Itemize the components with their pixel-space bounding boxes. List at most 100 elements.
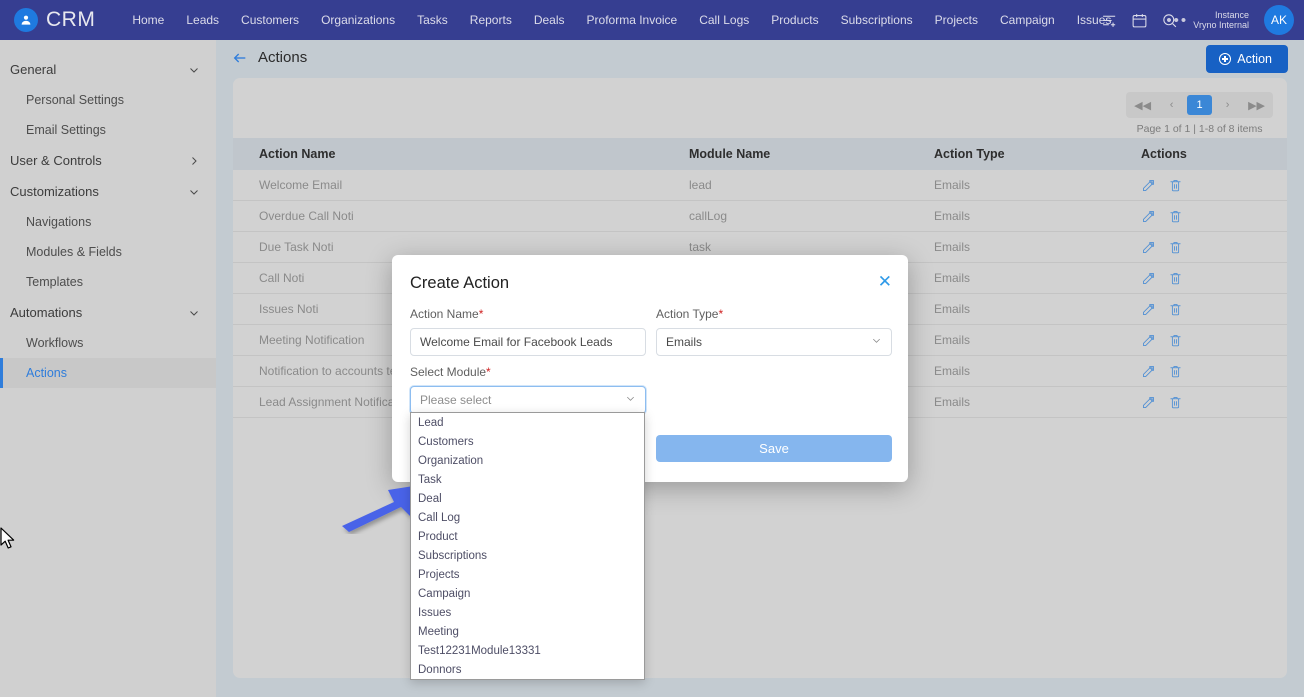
nav-link-projects[interactable]: Projects (924, 7, 989, 33)
nav-link-products[interactable]: Products (760, 7, 829, 33)
sidebar-item-personal-settings[interactable]: Personal Settings (0, 85, 216, 115)
table-header-row: Action Name Module Name Action Type Acti… (233, 138, 1287, 170)
delete-icon[interactable] (1168, 240, 1183, 255)
cell-action-type: Emails (934, 178, 971, 192)
sidebar-group-automations[interactable]: Automations (0, 297, 216, 328)
module-option[interactable]: Subscriptions (411, 546, 644, 565)
pagination-last[interactable]: ▶▶ (1243, 95, 1270, 115)
delete-icon[interactable] (1168, 395, 1183, 410)
module-option[interactable]: Organization (411, 451, 644, 470)
sidebar-group-user-controls[interactable]: User & Controls (0, 145, 216, 176)
chevron-down-icon (625, 393, 636, 407)
brand-logo[interactable]: CRM (14, 8, 95, 32)
module-option[interactable]: Product (411, 527, 644, 546)
module-option[interactable]: Test12231Module13331 (411, 641, 644, 660)
table-row[interactable]: Welcome Email lead Emails (233, 170, 1287, 201)
label-select-module: Select Module* (410, 365, 646, 379)
pagination-first[interactable]: ◀◀ (1129, 95, 1156, 115)
pagination-page-1[interactable]: 1 (1187, 95, 1213, 115)
label-action-type: Action Type* (656, 307, 892, 321)
module-option[interactable]: Customers (411, 432, 644, 451)
pagination-prev[interactable]: ‹ (1159, 95, 1184, 115)
nav-link-organizations[interactable]: Organizations (310, 7, 406, 33)
label-select-module-text: Select Module (410, 365, 487, 379)
nav-link-proforma-invoice[interactable]: Proforma Invoice (576, 7, 689, 33)
search-icon[interactable] (1161, 12, 1178, 29)
sidebar-item-modules-fields[interactable]: Modules & Fields (0, 237, 216, 267)
cell-action-type: Emails (934, 364, 971, 378)
nav-link-leads[interactable]: Leads (175, 7, 230, 33)
module-option[interactable]: Issues (411, 603, 644, 622)
sidebar-item-email-settings[interactable]: Email Settings (0, 115, 216, 145)
module-option[interactable]: Task (411, 470, 644, 489)
nav-link-subscriptions[interactable]: Subscriptions (830, 7, 924, 33)
action-name-input[interactable]: Welcome Email for Facebook Leads (410, 328, 646, 356)
sidebar-group-label-customizations: Customizations (10, 184, 99, 199)
edit-icon[interactable] (1141, 271, 1156, 286)
create-action-label: Action (1237, 52, 1272, 66)
sidebar-item-actions[interactable]: Actions (0, 358, 216, 388)
module-option[interactable]: Campaign (411, 584, 644, 603)
create-action-button[interactable]: Action (1206, 45, 1288, 73)
module-option[interactable]: Meeting (411, 622, 644, 641)
cell-action-name: Overdue Call Noti (259, 209, 354, 223)
field-select-module: Select Module* Please select (410, 365, 646, 414)
delete-icon[interactable] (1168, 209, 1183, 224)
save-button[interactable]: Save (656, 435, 892, 462)
edit-icon[interactable] (1141, 209, 1156, 224)
delete-icon[interactable] (1168, 333, 1183, 348)
sidebar-group-customizations[interactable]: Customizations (0, 176, 216, 207)
sidebar-item-navigations[interactable]: Navigations (0, 207, 216, 237)
calendar-icon[interactable] (1131, 12, 1148, 29)
edit-icon[interactable] (1141, 178, 1156, 193)
cell-action-name: Due Task Noti (259, 240, 334, 254)
pagination-controls: ◀◀ ‹ 1 › ▶▶ (1126, 92, 1273, 118)
instance-name: Vryno Internal (1193, 20, 1249, 30)
pagination-info: Page 1 of 1 | 1-8 of 8 items (1136, 123, 1263, 135)
delete-icon[interactable] (1168, 364, 1183, 379)
cell-row-actions (1115, 240, 1287, 255)
field-action-name: Action Name* Welcome Email for Facebook … (410, 307, 646, 356)
brand-title: CRM (46, 8, 96, 31)
sidebar-item-workflows[interactable]: Workflows (0, 328, 216, 358)
cell-action-type: Emails (934, 302, 971, 316)
nav-link-reports[interactable]: Reports (459, 7, 523, 33)
nav-link-deals[interactable]: Deals (523, 7, 576, 33)
top-navbar: CRM Home Leads Customers Organizations T… (0, 0, 1304, 40)
avatar[interactable]: AK (1264, 5, 1294, 35)
pagination: ◀◀ ‹ 1 › ▶▶ Page 1 of 1 | 1-8 of 8 items (1126, 92, 1273, 135)
instance-info: Instance Vryno Internal (1193, 10, 1249, 31)
back-arrow-icon[interactable] (232, 50, 248, 66)
nav-link-tasks[interactable]: Tasks (406, 7, 459, 33)
delete-icon[interactable] (1168, 271, 1183, 286)
module-option[interactable]: Call Log (411, 508, 644, 527)
select-module-select[interactable]: Please select (410, 386, 646, 414)
action-type-select[interactable]: Emails (656, 328, 892, 356)
edit-icon[interactable] (1141, 395, 1156, 410)
sidebar-item-templates[interactable]: Templates (0, 267, 216, 297)
cell-row-actions (1115, 395, 1287, 410)
nav-link-call-logs[interactable]: Call Logs (688, 7, 760, 33)
module-option[interactable]: Projects (411, 565, 644, 584)
module-option[interactable]: Donnors (411, 660, 644, 679)
action-type-value: Emails (666, 335, 703, 349)
add-to-list-icon[interactable] (1101, 12, 1118, 29)
edit-icon[interactable] (1141, 240, 1156, 255)
edit-icon[interactable] (1141, 302, 1156, 317)
edit-icon[interactable] (1141, 364, 1156, 379)
nav-link-campaign[interactable]: Campaign (989, 7, 1066, 33)
nav-link-home[interactable]: Home (121, 7, 175, 33)
close-icon[interactable]: ✕ (878, 273, 892, 290)
required-marker: * (486, 365, 491, 379)
nav-link-customers[interactable]: Customers (230, 7, 310, 33)
cell-row-actions (1115, 271, 1287, 286)
edit-icon[interactable] (1141, 333, 1156, 348)
pagination-next[interactable]: › (1215, 95, 1240, 115)
module-option[interactable]: Deal (411, 489, 644, 508)
delete-icon[interactable] (1168, 178, 1183, 193)
table-row[interactable]: Overdue Call Noti callLog Emails (233, 201, 1287, 232)
cell-row-actions (1115, 302, 1287, 317)
module-option[interactable]: Lead (411, 413, 644, 432)
delete-icon[interactable] (1168, 302, 1183, 317)
sidebar-group-general[interactable]: General (0, 54, 216, 85)
